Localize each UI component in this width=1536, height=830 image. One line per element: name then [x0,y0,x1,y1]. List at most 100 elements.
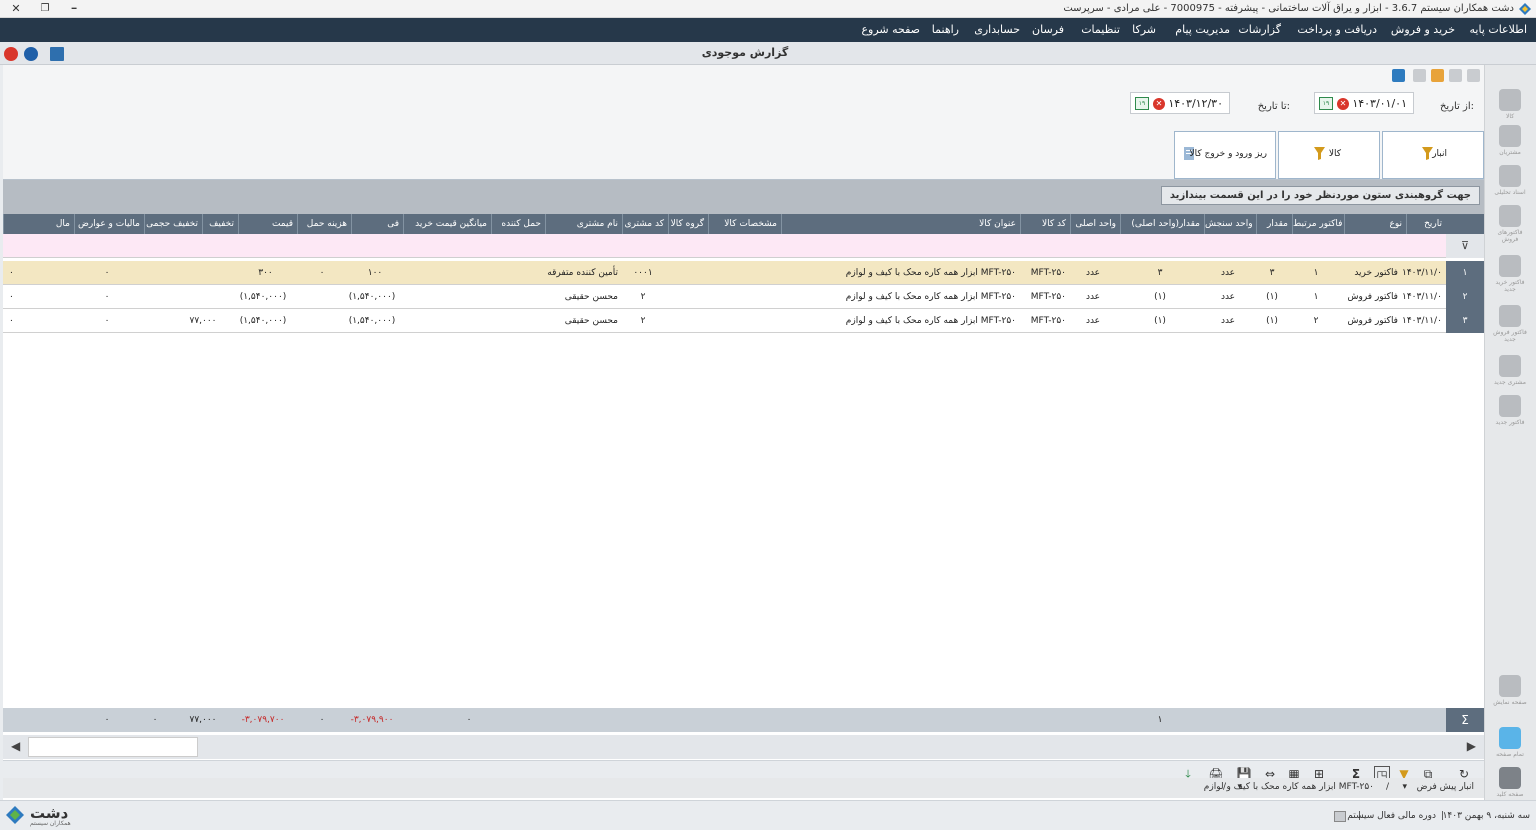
sidebar-item-new-customer[interactable]: مشتری جدید [1490,355,1530,386]
group-by-hint: جهت گروهبندی ستون موردنظر خود را در این … [1160,186,1480,205]
cell-shipping: ۰ [319,268,325,278]
col-quantity[interactable]: مقدار [1256,214,1292,234]
cell-unit: عدد [1220,292,1236,302]
from-date-field[interactable]: ۱۴۰۳/۰۱/۰۱ ✕ ۱۹ [1314,92,1414,114]
breadcrumb-warehouse[interactable]: انبار پیش فرض [1417,782,1474,792]
col-discount[interactable]: تخفیف [202,214,238,234]
network-status-icon [1334,811,1346,822]
sidebar-item-display[interactable]: صفحه نمایش [1490,675,1530,706]
breadcrumb-item[interactable]: ابزار همه کاره محک با کیف و لوازم MFT-۲۵… [1204,782,1374,792]
col-more[interactable]: مال [3,214,74,234]
sidebar-item-analytic-docs[interactable]: اسناد تحلیلی [1490,165,1530,196]
table-row[interactable]: ۲ ۱۴۰۳/۱۱/۰۹ فاکتور فروش ۱ (۱) عدد (۱) ع… [3,285,1484,309]
cell-price: (۱,۵۴۰,۰۰۰) [239,292,287,302]
col-type[interactable]: نوع [1344,214,1406,234]
col-unit-price[interactable]: فی [351,214,403,234]
sum-discount: ۷۷,۰۰۰ [189,715,217,725]
cell-main-unit: عدد [1085,292,1101,302]
col-price[interactable]: قیمت [238,214,297,234]
edit-icon[interactable] [1413,69,1426,82]
col-item-code[interactable]: کد کالا [1020,214,1070,234]
cell-type: فاکتور فروش [1347,316,1398,326]
sidebar-item-new-purchase[interactable]: فاکتور خرید جدید [1490,255,1530,293]
menu-base-info[interactable]: اطلاعات پایه [1469,23,1527,36]
col-item-group[interactable]: گروه کالا [668,214,708,234]
calendar-icon[interactable]: ۱۹ [1135,97,1149,110]
col-tax[interactable]: مالیات و عوارض [74,214,144,234]
menu-farsan[interactable]: فرسان [1032,23,1064,36]
to-date-value: ۱۴۰۳/۱۲/۳۰ [1168,97,1223,110]
cell-item-title: ابزار همه کاره محک با کیف و لوازم MFT-۲۵… [845,292,1016,302]
col-customer-name[interactable]: نام مشتری [545,214,622,234]
col-avg-purchase-price[interactable]: میانگین قیمت خرید [403,214,491,234]
col-unit[interactable]: واحد سنجش [1204,214,1256,234]
group-by-panel[interactable]: جهت گروهبندی ستون موردنظر خود را در این … [3,180,1484,214]
col-item-spec[interactable]: مشخصات کالا [708,214,781,234]
cell-avg-price [403,309,491,333]
item-filter-button[interactable]: کالا [1278,131,1380,179]
minimize-window-button[interactable]: ━ [60,1,88,17]
cell-quantity-main: (۱) [1154,292,1166,302]
col-main-unit[interactable]: واحد اصلی [1070,214,1120,234]
warehouse-filter-button[interactable]: انبار [1382,131,1484,179]
cell-type: فاکتور خرید [1354,268,1398,278]
sidebar-item-new-invoice[interactable]: فاکتور جدید [1490,395,1530,426]
sidebar-item-keyboard[interactable]: صفحه کلید [1490,767,1530,798]
restore-window-button[interactable]: ❐ [31,1,59,17]
refresh-icon[interactable] [1392,69,1405,82]
item-io-detail-button[interactable]: ریز ورود و خروج کالا [1174,131,1276,179]
col-shipping-cost[interactable]: هزینه حمل [297,214,351,234]
menu-buy-sell[interactable]: خرید و فروش [1391,23,1455,36]
breadcrumb-dropdown-icon[interactable]: ▾ [1402,782,1407,792]
cell-carrier [491,285,545,309]
close-window-button[interactable]: ✕ [2,1,30,17]
menu-accounting[interactable]: حسابداری [974,23,1020,36]
col-quantity-main[interactable]: مقدار(واحد اصلی) [1120,214,1204,234]
clear-from-date-icon[interactable]: ✕ [1337,98,1349,110]
menu-reports[interactable]: گزارشات [1238,23,1281,36]
cell-volume-discount: ۰ [104,292,110,302]
from-date-label: از تاریخ: [1439,101,1474,112]
cell-unit: عدد [1220,268,1236,278]
cell-price: (۱,۵۴۰,۰۰۰) [239,316,287,326]
clear-to-date-icon[interactable]: ✕ [1153,98,1165,110]
cell-quantity: (۱) [1266,316,1278,326]
breadcrumb-dropdown-icon[interactable]: ▾ [1237,782,1242,792]
menu-settings[interactable]: تنظیمات [1081,23,1120,36]
col-item-title[interactable]: عنوان کالا [781,214,1020,234]
horizontal-scrollbar[interactable]: ◀ ▶ [3,735,1484,759]
scroll-left-icon[interactable]: ◀ [11,739,20,753]
sidebar-item-goods[interactable]: کالا [1490,89,1530,120]
calendar-icon[interactable]: ۱۹ [1319,97,1333,110]
table-row[interactable]: ۳ ۱۴۰۳/۱۱/۰۹ فاکتور فروش ۲ (۱) عدد (۱) ع… [3,309,1484,333]
cell-tax: ۰ [9,316,14,326]
window-title: دشت همکاران سیستم 3.6.7 - ابزار و یراق آ… [1063,3,1514,14]
scroll-right-icon[interactable]: ▶ [1467,739,1476,753]
sidebar-item-new-sale[interactable]: فاکتور فروش جدید [1490,305,1530,343]
keyboard-icon [1499,767,1521,789]
menu-start-page[interactable]: صفحه شروع [861,23,920,36]
remove-filter-icon[interactable] [1431,69,1444,82]
pin-icon[interactable] [1467,69,1480,82]
sidebar-item-sales-invoices[interactable]: فاکتورهای فروش [1490,205,1530,243]
scroll-thumb[interactable] [28,737,198,757]
cell-related-invoice: ۱ [1313,268,1319,278]
grid-filter-row[interactable]: ⊽ [3,234,1484,258]
col-date[interactable]: تاریخ [1406,214,1446,234]
menu-partners[interactable]: شرکا [1132,23,1156,36]
sidebar-item-fullscreen[interactable]: تمام صفحه [1490,727,1530,758]
filter-row-icon[interactable]: ⊽ [1446,234,1484,258]
col-related-invoice[interactable]: فاکتور مرتبط [1292,214,1344,234]
menu-messages[interactable]: مدیریت پیام [1175,23,1230,36]
menu-receive-pay[interactable]: دریافت و پرداخت [1297,23,1377,36]
sigma-icon[interactable]: Σ [1446,708,1484,732]
col-carrier[interactable]: حمل کننده [491,214,545,234]
col-customer-code[interactable]: کد مشتری [622,214,668,234]
col-volume-discount[interactable]: تخفیف حجمی [144,214,202,234]
menu-help[interactable]: راهنما [932,23,959,36]
table-row[interactable]: ۱ ۱۴۰۳/۱۱/۰۹ فاکتور خرید ۱ ۳ عدد ۳ عدد M… [3,261,1484,285]
filter-clear-icon[interactable] [1449,69,1462,82]
to-date-field[interactable]: ۱۴۰۳/۱۲/۳۰ ✕ ۱۹ [1130,92,1230,114]
summary-row: Σ ۱ ۰ -۳,۰۷۹,۹۰۰ ۰ -۳,۰۷۹,۷۰۰ ۷۷,۰۰۰ ۰ ۰ [3,708,1484,732]
sidebar-item-customers[interactable]: مشتریان [1490,125,1530,156]
